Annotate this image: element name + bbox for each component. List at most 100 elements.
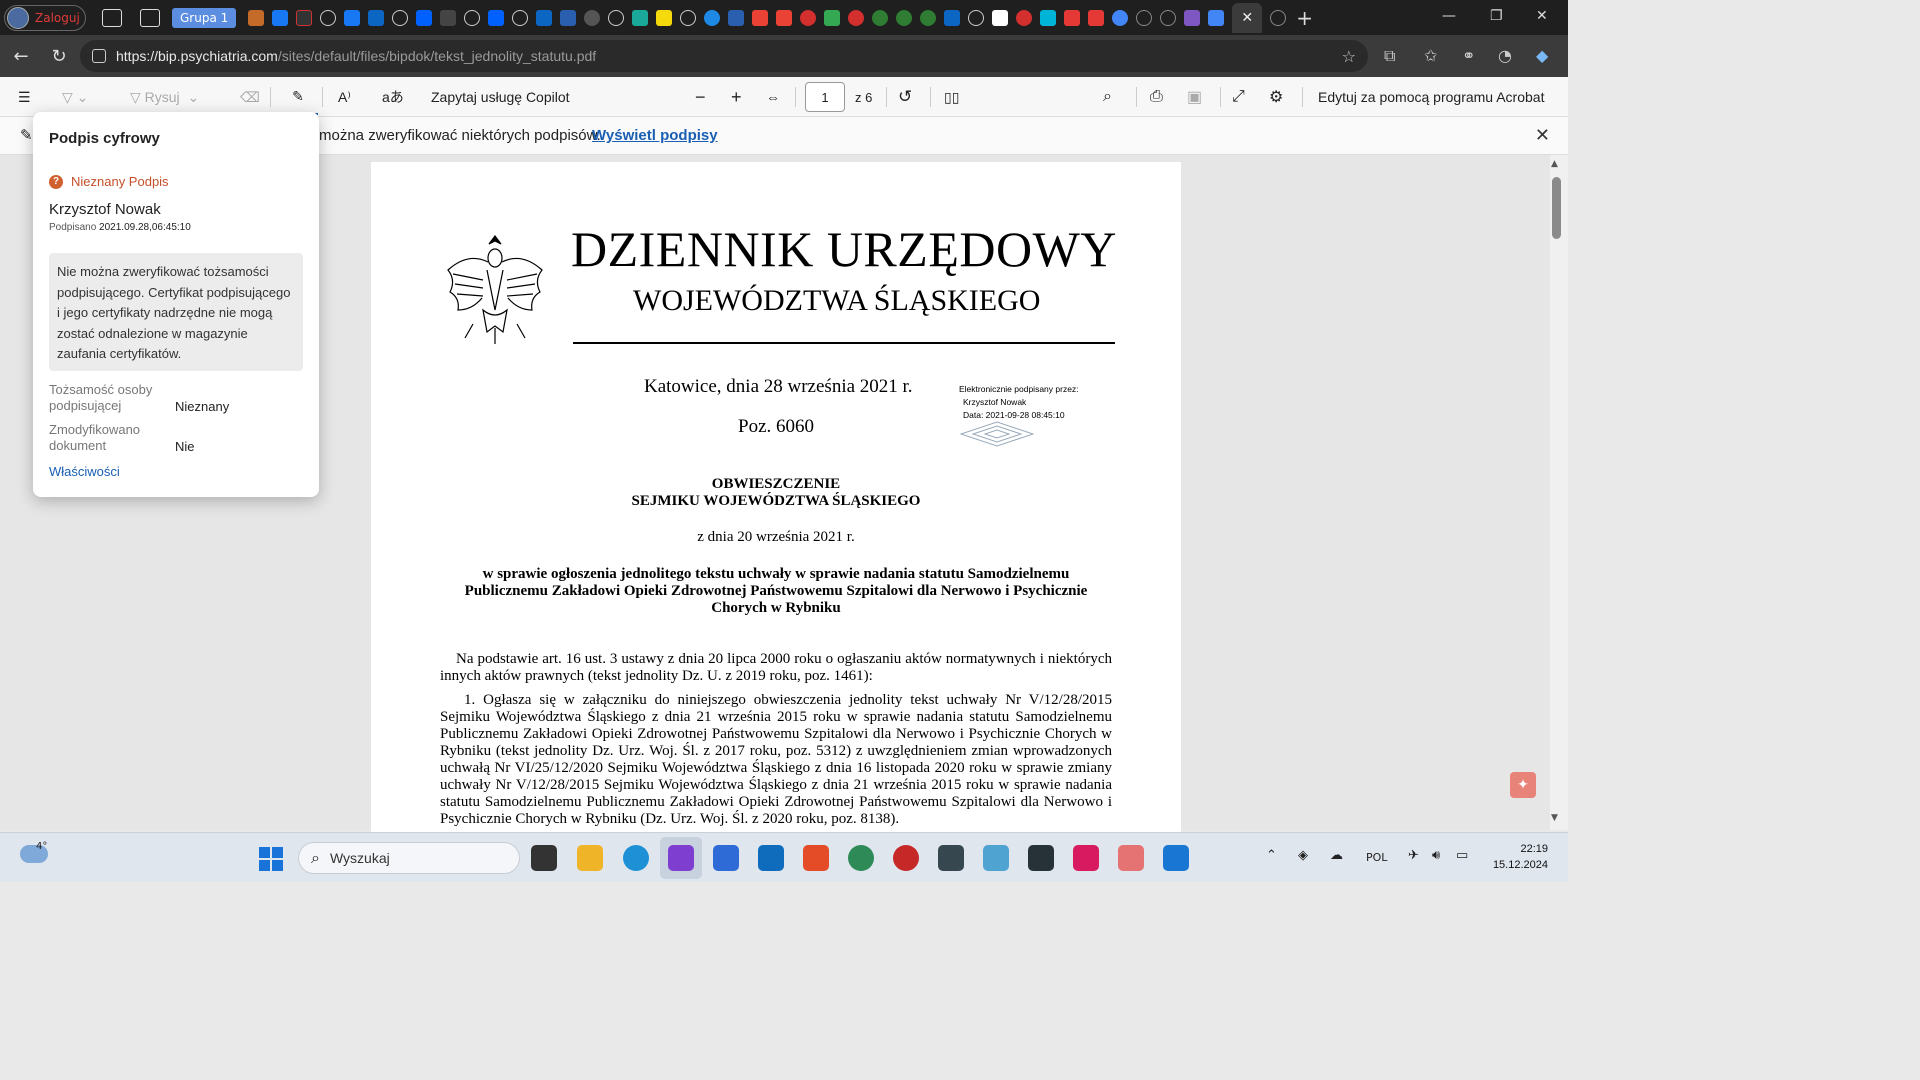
file-explorer-icon[interactable] xyxy=(577,845,603,871)
globe-icon[interactable] xyxy=(968,9,985,26)
collections-icon[interactable]: ⚭ xyxy=(1462,46,1475,65)
dropbox-icon[interactable]: ◈ xyxy=(1298,848,1308,863)
globe-icon[interactable] xyxy=(512,9,529,26)
tab-favicon[interactable] xyxy=(440,9,457,26)
extensions-icon[interactable]: ⧉ xyxy=(1384,46,1395,66)
copilot-button[interactable]: Zapytaj usługę Copilot xyxy=(431,77,570,117)
tab-favicon[interactable] xyxy=(632,9,649,26)
scroll-up-icon[interactable]: ▲ xyxy=(1551,159,1558,169)
tab-favicon[interactable] xyxy=(1112,9,1129,26)
app-icon[interactable] xyxy=(893,845,919,871)
volume-icon[interactable]: 🔊︎ xyxy=(1432,848,1440,863)
eraser-icon[interactable]: ⌫ xyxy=(240,77,260,117)
edit-in-acrobat-button[interactable]: Edytuj za pomocą programu Acrobat xyxy=(1318,77,1544,117)
tab-favicon[interactable] xyxy=(992,9,1009,26)
active-tab[interactable]: ✕ xyxy=(1232,2,1263,33)
contents-icon[interactable]: ☰ xyxy=(18,77,31,117)
start-button[interactable] xyxy=(259,847,283,871)
globe-icon[interactable] xyxy=(320,9,337,26)
vertical-scrollbar[interactable]: ▲ ▼ xyxy=(1550,155,1568,830)
refresh-icon[interactable]: ↻ xyxy=(44,46,74,67)
tab-favicon[interactable] xyxy=(1136,9,1153,26)
play-icon[interactable] xyxy=(824,9,841,26)
app-icon[interactable] xyxy=(848,845,874,871)
search-icon[interactable]: ⌕ xyxy=(1103,77,1112,117)
back-icon[interactable]: ← xyxy=(6,46,36,67)
favorite-star-icon[interactable]: ☆ xyxy=(1342,47,1356,66)
linkedin-icon[interactable] xyxy=(536,9,553,26)
address-bar[interactable]: https://bip.psychiatria.com/sites/defaul… xyxy=(80,40,1368,72)
view-signatures-link[interactable]: Wyświetl podpisy xyxy=(592,127,718,144)
window-close-icon[interactable]: ✕ xyxy=(1536,8,1548,24)
outlook-icon[interactable] xyxy=(758,845,784,871)
email-icon[interactable] xyxy=(704,9,721,26)
pdf-icon[interactable] xyxy=(1064,9,1081,26)
copilot-icon[interactable]: ◆ xyxy=(1536,46,1548,65)
electronic-signature-stamp[interactable]: Elektronicznie podpisany przez: Krzyszto… xyxy=(959,383,1079,422)
vscode-icon[interactable] xyxy=(1163,845,1189,871)
profile-button[interactable]: Zaloguj xyxy=(4,4,86,31)
page-view-icon[interactable]: ▯▯ xyxy=(944,77,959,117)
zoom-out-icon[interactable]: − xyxy=(695,77,706,117)
tab-group-chip[interactable]: Grupa 1 xyxy=(172,7,237,28)
chevron-up-icon[interactable]: ⌃ xyxy=(1266,848,1277,863)
globe-icon[interactable] xyxy=(392,9,409,26)
app-icon[interactable] xyxy=(668,845,694,871)
tab-favicon[interactable] xyxy=(1270,9,1287,26)
properties-link[interactable]: Właściwości xyxy=(49,464,120,479)
globe-icon[interactable] xyxy=(464,9,481,26)
app-icon[interactable] xyxy=(1028,845,1054,871)
language-indicator[interactable]: POL xyxy=(1366,851,1387,864)
url-text[interactable]: https://bip.psychiatria.com/sites/defaul… xyxy=(116,48,596,64)
dropbox-icon[interactable] xyxy=(488,9,505,26)
save-icon[interactable]: ▣ xyxy=(1187,77,1202,117)
page-number-input[interactable]: 1 xyxy=(805,82,845,112)
tab-favicon[interactable] xyxy=(920,9,937,26)
rotate-icon[interactable]: ↺ xyxy=(898,77,912,117)
battery-icon[interactable]: ▭ xyxy=(1456,848,1468,863)
draw-button[interactable]: ▽ Rysuj ⌄ xyxy=(130,77,199,117)
zoom-in-icon[interactable]: + xyxy=(731,77,742,117)
tab-favicon[interactable] xyxy=(656,9,673,26)
print-icon[interactable]: ⎙ xyxy=(1150,77,1163,117)
taskbar-search[interactable]: ⌕ Wyszukaj xyxy=(298,842,520,874)
close-icon[interactable]: ✕ xyxy=(1241,10,1253,26)
network-icon[interactable]: ☁ xyxy=(1330,848,1343,863)
pdf-icon[interactable] xyxy=(1088,9,1105,26)
tab-actions-icon[interactable] xyxy=(140,8,160,27)
edge-icon[interactable] xyxy=(623,845,649,871)
favorites-icon[interactable]: ✩ xyxy=(1424,46,1437,65)
tab-favicon[interactable] xyxy=(296,9,313,26)
airplane-icon[interactable]: ✈ xyxy=(1408,848,1419,863)
search-icon[interactable] xyxy=(728,9,745,26)
tab-favicon[interactable] xyxy=(1184,9,1201,26)
facebook-icon[interactable] xyxy=(272,9,289,26)
tab-favicon[interactable] xyxy=(1040,9,1057,26)
tab-favicon[interactable] xyxy=(800,9,817,26)
globe-icon[interactable] xyxy=(680,9,697,26)
app-icon[interactable] xyxy=(803,845,829,871)
fullscreen-icon[interactable]: ⤢ xyxy=(1232,77,1245,117)
linkedin-icon[interactable] xyxy=(944,9,961,26)
gmail-icon[interactable] xyxy=(752,9,769,26)
dropbox-icon[interactable] xyxy=(416,9,433,26)
tab-favicon[interactable] xyxy=(1208,9,1225,26)
github-icon[interactable] xyxy=(584,9,601,26)
app-icon[interactable] xyxy=(983,845,1009,871)
maximize-icon[interactable]: ❐ xyxy=(1490,8,1503,24)
app-icon[interactable] xyxy=(938,845,964,871)
read-aloud-icon[interactable]: A⁾ xyxy=(338,77,351,117)
site-info-icon[interactable] xyxy=(92,49,106,63)
app-icon[interactable] xyxy=(1073,845,1099,871)
task-view-icon[interactable] xyxy=(531,845,557,871)
scrollbar-thumb[interactable] xyxy=(1552,177,1561,239)
tab-favicon[interactable] xyxy=(848,9,865,26)
minimize-icon[interactable]: — xyxy=(1442,8,1456,24)
tab-favicon[interactable] xyxy=(872,9,889,26)
fit-page-icon[interactable]: ⇔ xyxy=(766,77,780,117)
translate-icon[interactable]: aあ xyxy=(382,77,404,117)
signature-icon[interactable]: ✎ xyxy=(278,79,318,115)
facebook-icon[interactable] xyxy=(344,9,361,26)
settings-gear-icon[interactable]: ⚙ xyxy=(1269,77,1283,117)
scroll-down-icon[interactable]: ▼ xyxy=(1551,813,1558,823)
